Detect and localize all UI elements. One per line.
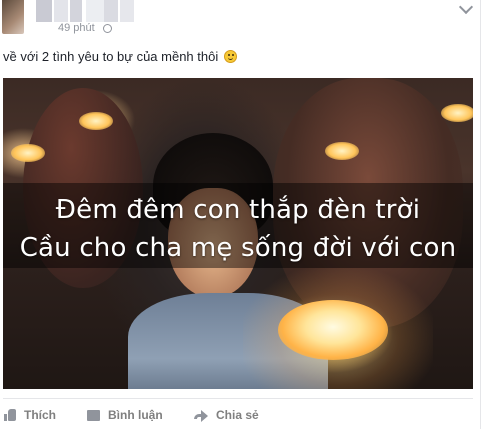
- blurred-author-name[interactable]: [54, 0, 68, 22]
- post-photo[interactable]: Đêm đêm con thắp đèn trời Cầu cho cha mẹ…: [3, 78, 473, 389]
- share-icon: [194, 409, 208, 422]
- avatar[interactable]: [2, 0, 24, 34]
- like-label: Thích: [24, 408, 56, 422]
- comment-label: Bình luận: [108, 408, 163, 422]
- like-button[interactable]: Thích: [4, 406, 56, 424]
- comment-button[interactable]: Bình luận: [87, 406, 163, 424]
- post-header: 49 phút: [0, 0, 481, 40]
- post-message: về với 2 tình yêu to bự của mềnh thôi: [3, 49, 237, 64]
- blurred-author-name[interactable]: [36, 0, 52, 22]
- lantern-light: [325, 142, 359, 160]
- post-actions: Thích Bình luận Chia sẻ: [0, 403, 481, 427]
- blurred-author-name[interactable]: [104, 0, 118, 22]
- chevron-down-icon[interactable]: [458, 0, 474, 15]
- smiley-icon: [223, 50, 237, 63]
- blurred-author-name[interactable]: [70, 0, 82, 22]
- lantern-light: [441, 104, 473, 122]
- globe-icon[interactable]: [103, 24, 112, 33]
- blurred-author-name[interactable]: [86, 0, 104, 22]
- share-label: Chia sẻ: [216, 408, 259, 422]
- share-button[interactable]: Chia sẻ: [194, 406, 259, 424]
- divider: [3, 398, 473, 399]
- lantern-light: [79, 112, 113, 130]
- comment-icon: [87, 409, 100, 421]
- photo-caption-line-2: Cầu cho cha mẹ sống đời với con: [19, 233, 457, 263]
- blurred-author-name[interactable]: [120, 0, 134, 22]
- thumb-up-icon: [4, 409, 16, 421]
- lantern-light: [11, 144, 45, 162]
- lotus-lantern: [278, 300, 388, 360]
- post-timestamp[interactable]: 49 phút: [58, 22, 95, 34]
- photo-caption-line-1: Đêm đêm con thắp đèn trời: [55, 195, 421, 225]
- post-message-text: về với 2 tình yêu to bự của mềnh thôi: [3, 49, 219, 64]
- post-card: 49 phút về với 2 tình yêu to bự của mềnh…: [0, 0, 481, 429]
